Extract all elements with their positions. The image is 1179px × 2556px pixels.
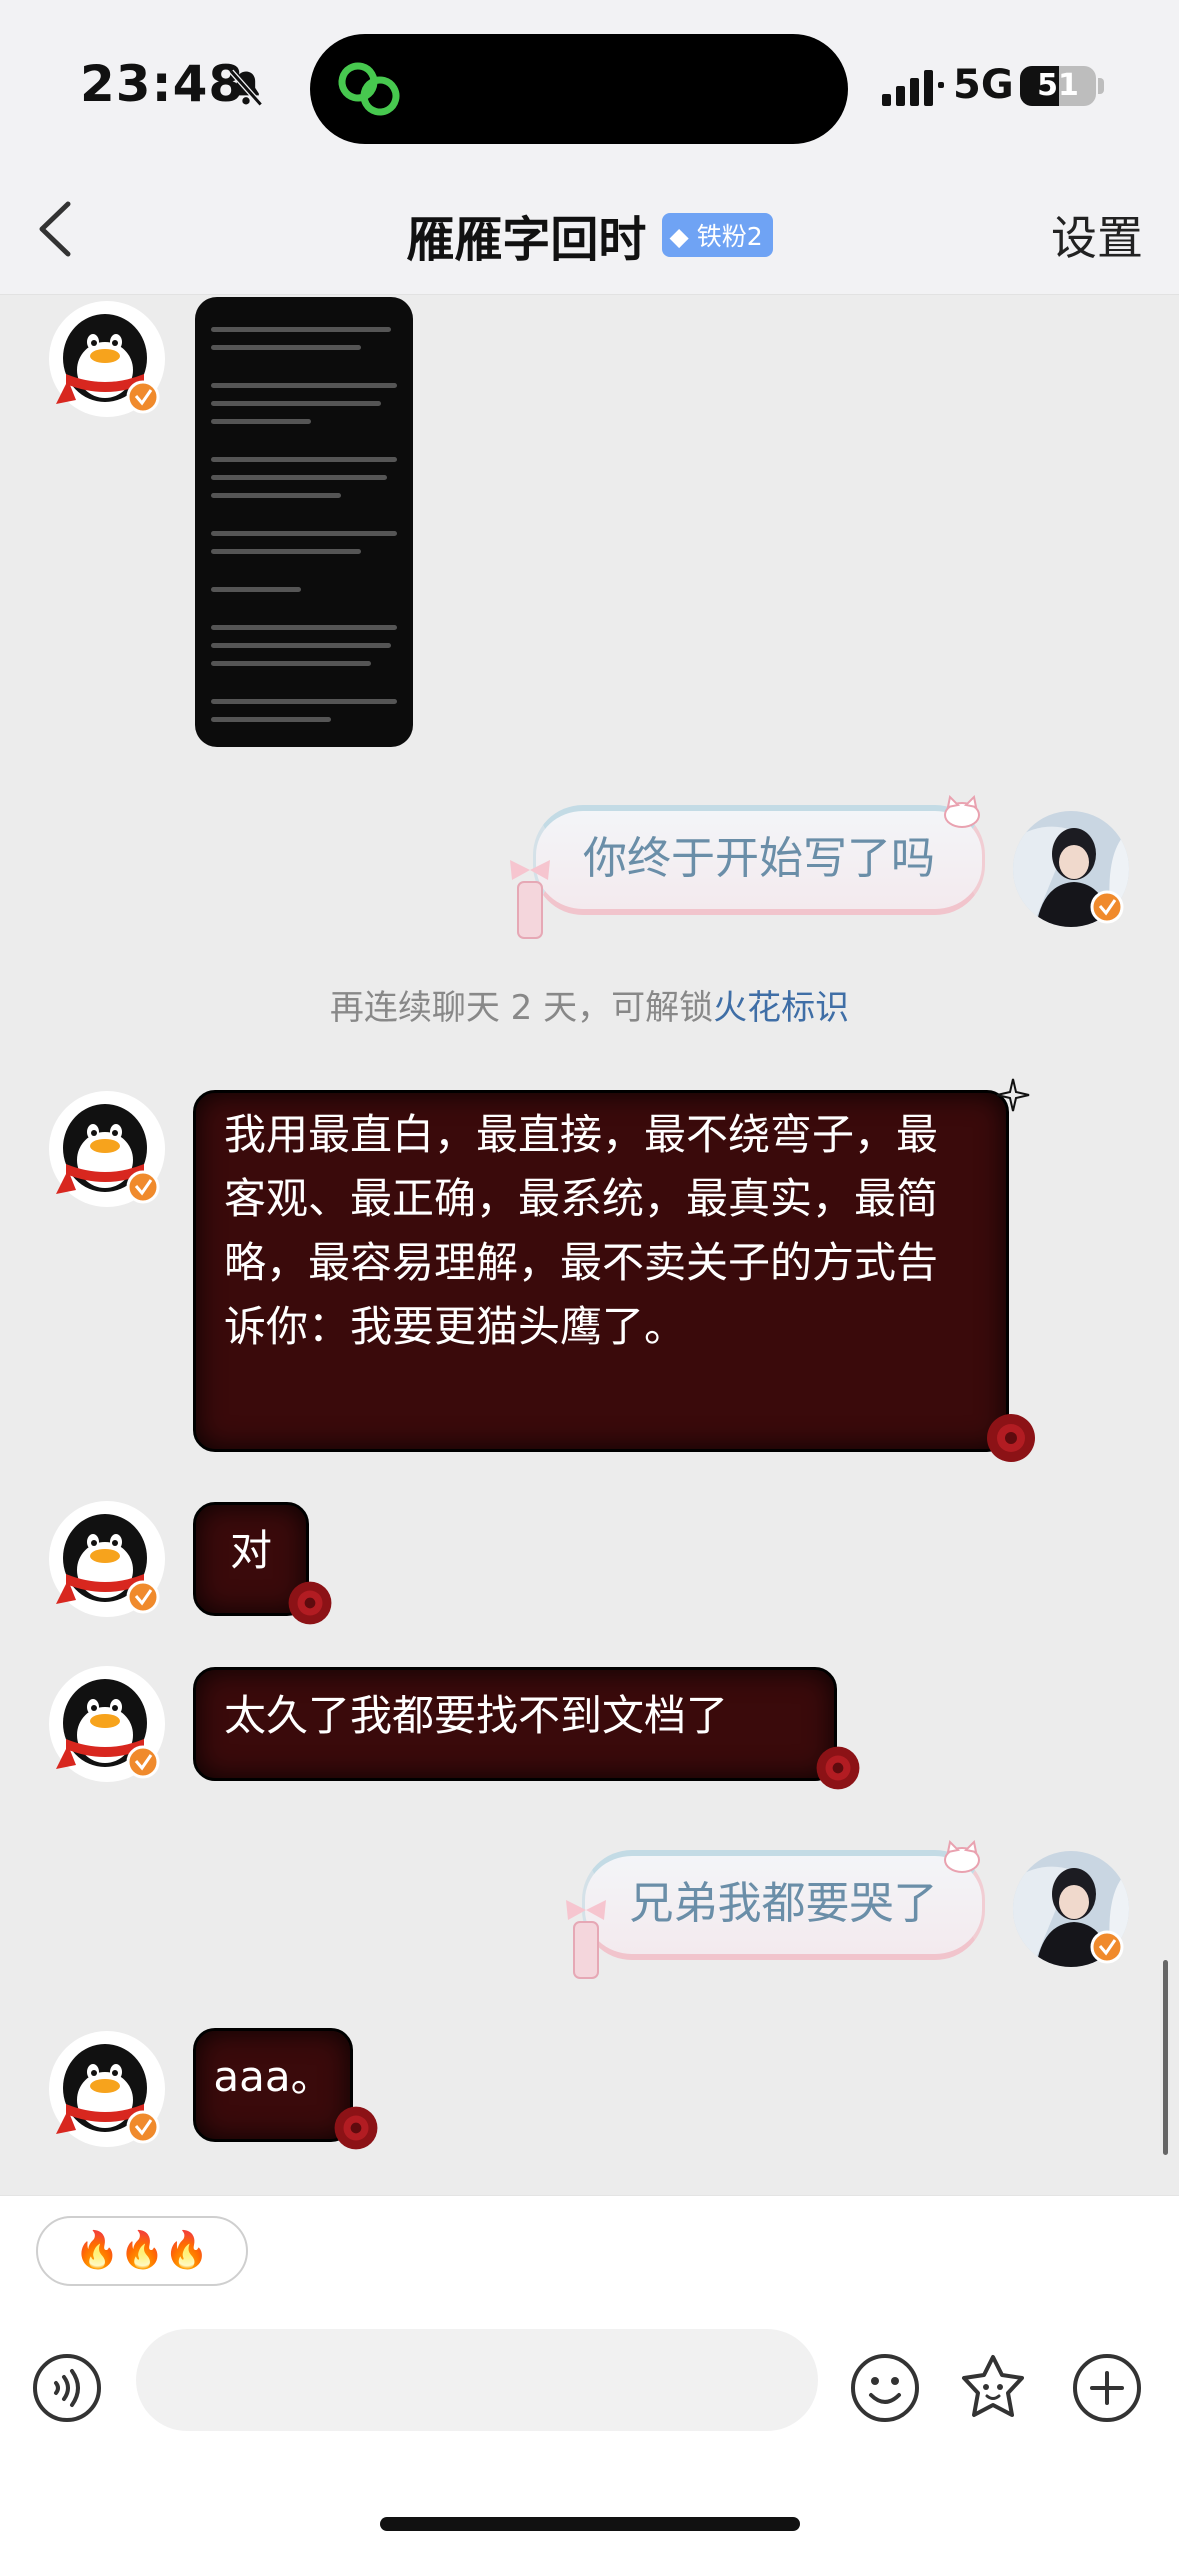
signal-icon xyxy=(882,70,944,106)
fire-emoji-chip[interactable]: 🔥🔥🔥 xyxy=(36,2216,248,2286)
chat-title[interactable]: 雁雁字回时 xyxy=(406,212,646,268)
dynamic-island xyxy=(310,34,848,144)
app-link-icon xyxy=(338,62,400,116)
settings-button[interactable]: 设置 xyxy=(1051,202,1143,268)
ribbon-icon xyxy=(510,860,550,939)
chat-area[interactable]: 你终于开始写了吗 再连续聊天 2 天，可解锁火花标识 我用最直白，最直接，最不绕… xyxy=(0,295,1179,2195)
status-bar: 23:48 5G 51 xyxy=(0,0,1179,160)
sticker-icon[interactable] xyxy=(958,2353,1028,2423)
battery-tip xyxy=(1098,78,1104,94)
image-message[interactable] xyxy=(195,297,413,747)
network-type: 5G xyxy=(953,62,1014,108)
message-text: 兄弟我都要哭了 xyxy=(629,1878,938,1929)
rose-icon xyxy=(334,2106,378,2150)
message-text: 太久了我都要找不到文档了 xyxy=(224,1691,729,1740)
avatar[interactable] xyxy=(48,1500,166,1618)
message-input[interactable] xyxy=(136,2329,818,2431)
input-bar xyxy=(0,2325,1179,2556)
battery-indicator: 51 xyxy=(1020,66,1096,106)
system-hint: 再连续聊天 2 天，可解锁火花标识 xyxy=(0,980,1179,1029)
system-hint-text: 再连续聊天 2 天，可解锁 xyxy=(329,988,714,1028)
quick-reply-bar: 🔥🔥🔥 xyxy=(0,2195,1179,2325)
ribbon-icon xyxy=(566,1900,606,1979)
avatar[interactable] xyxy=(1012,1850,1130,1968)
rose-icon xyxy=(288,1581,332,1625)
title-wrap: 雁雁字回时 ◆ 铁粉2 xyxy=(0,200,1179,270)
fan-badge-label: 铁粉2 xyxy=(696,222,763,251)
avatar[interactable] xyxy=(48,300,166,418)
message-text: 你终于开始写了吗 xyxy=(583,833,935,884)
avatar[interactable] xyxy=(48,1665,166,1783)
rose-icon xyxy=(816,1746,860,1790)
scrollbar[interactable] xyxy=(1163,1960,1168,2155)
avatar[interactable] xyxy=(1012,810,1130,928)
battery-level: 51 xyxy=(1037,68,1079,103)
sparkle-icon xyxy=(996,1078,1030,1112)
plus-icon[interactable] xyxy=(1072,2353,1142,2423)
message-bubble-right[interactable]: 你终于开始写了吗 xyxy=(533,805,985,915)
cat-sticker-icon xyxy=(944,1840,980,1873)
spark-link[interactable]: 火花标识 xyxy=(713,988,849,1028)
avatar[interactable] xyxy=(48,2030,166,2148)
cat-sticker-icon xyxy=(944,795,980,828)
message-text: aaa。 xyxy=(213,2052,333,2101)
message-bubble-left[interactable]: 太久了我都要找不到文档了 xyxy=(193,1667,837,1781)
voice-icon[interactable] xyxy=(32,2353,102,2423)
home-indicator[interactable] xyxy=(380,2517,800,2531)
message-text: 我用最直白，最直接，最不绕弯子，最客观、最正确，最系统，最真实，最简略，最容易理… xyxy=(224,1110,939,1351)
bell-slash-icon xyxy=(229,69,263,107)
status-time: 23:48 xyxy=(80,55,245,113)
emoji-icon[interactable] xyxy=(850,2353,920,2423)
diamond-icon: ◆ xyxy=(669,222,689,251)
fan-badge[interactable]: ◆ 铁粉2 xyxy=(661,213,773,257)
message-bubble-right[interactable]: 兄弟我都要哭了 xyxy=(582,1850,985,1960)
chat-header: 雁雁字回时 ◆ 铁粉2 设置 xyxy=(0,160,1179,295)
message-bubble-left[interactable]: 我用最直白，最直接，最不绕弯子，最客观、最正确，最系统，最真实，最简略，最容易理… xyxy=(193,1090,1009,1452)
avatar[interactable] xyxy=(48,1090,166,1208)
message-text: 对 xyxy=(229,1526,272,1575)
rose-icon xyxy=(987,1414,1035,1462)
